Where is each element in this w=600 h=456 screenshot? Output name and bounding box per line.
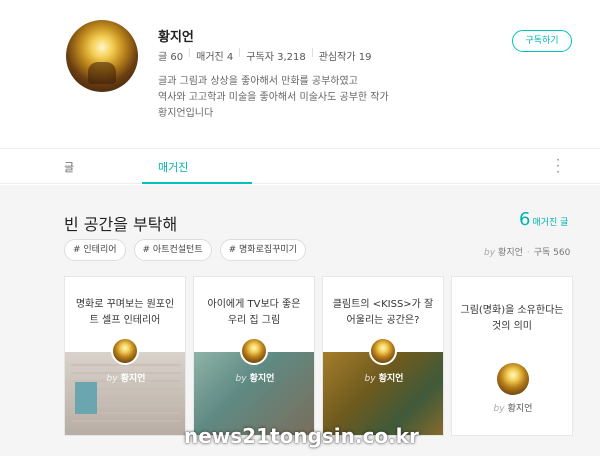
card-title: 아이에게 TV보다 좋은 우리 집 그림: [207, 299, 301, 326]
card-author: by 황지언: [493, 404, 533, 414]
profile-tabs: 글 매거진 · · ·: [0, 148, 600, 184]
article-card[interactable]: 그림(명화)을 소유한다는 것의 의미 by 황지언: [451, 276, 573, 436]
profile-header: 황지언 글 60 매거진 4 구독자 3,218 관심작가 19 글과 그림과 …: [0, 0, 600, 148]
stat-subscribers[interactable]: 구독자 3,218: [246, 48, 305, 63]
magazine-section: 빈 공간을 부탁해 6 매거진 글 # 인테리어 # 아트컨설턴트 # 명화로집꾸…: [0, 185, 600, 456]
stat-magazines[interactable]: 매거진 4: [196, 48, 233, 63]
tag-art-consultant[interactable]: # 아트컨설턴트: [133, 239, 212, 261]
card-author: by 황지언: [106, 374, 146, 384]
stat-divider: [311, 48, 313, 57]
card-title: 명화로 꾸며보는 원포인트 셀프 인테리어: [75, 299, 175, 326]
tag-painting-decor[interactable]: # 명화로집꾸미기: [219, 239, 306, 261]
profile-bio: 글과 그림과 상상을 좋아해서 만화를 공부하였고 역사와 고고학과 미술을 좋…: [158, 76, 389, 119]
more-vertical-icon[interactable]: · · ·: [552, 154, 564, 178]
article-card-list: 명화로 꾸며보는 원포인트 셀프 인테리어 by 황지언 아이에게 TV보다 좋은…: [64, 276, 573, 436]
tag-list: # 인테리어 # 아트컨설턴트 # 명화로집꾸미기: [64, 239, 306, 261]
magazine-count: 6 매거진 글: [519, 209, 569, 230]
subscribe-button[interactable]: 구독하기: [512, 30, 572, 52]
card-title: 그림(명화)을 소유한다는 것의 의미: [460, 305, 564, 332]
stat-following[interactable]: 관심작가 19: [319, 48, 372, 63]
stat-posts[interactable]: 글 60: [158, 48, 183, 63]
tab-magazine[interactable]: 매거진: [158, 159, 188, 175]
card-author-avatar: [111, 337, 139, 365]
tab-posts[interactable]: 글: [64, 159, 74, 175]
magazine-title[interactable]: 빈 공간을 부탁해: [64, 211, 177, 235]
card-title: 클림트의 <KISS>가 잘 어울리는 공간은?: [332, 299, 434, 326]
stat-divider: [239, 48, 241, 57]
profile-name[interactable]: 황지언: [158, 26, 194, 45]
article-card[interactable]: 명화로 꾸며보는 원포인트 셀프 인테리어 by 황지언: [64, 276, 186, 436]
article-card[interactable]: 아이에게 TV보다 좋은 우리 집 그림 by 황지언: [193, 276, 315, 436]
card-author-avatar: [240, 337, 268, 365]
profile-stats: 글 60 매거진 4 구독자 3,218 관심작가 19: [158, 48, 371, 63]
card-author: by 황지언: [364, 374, 404, 384]
watermark: news21tongsin.co.kr: [184, 424, 419, 448]
byline-subscribers: 구독 560: [533, 248, 571, 258]
profile-avatar[interactable]: [66, 20, 138, 92]
card-author-avatar: [497, 363, 529, 395]
magazine-byline: by 황지언 · 구독 560: [484, 248, 571, 258]
card-author: by 황지언: [235, 374, 275, 384]
byline-author[interactable]: 황지언: [498, 248, 523, 258]
article-card[interactable]: 클림트의 <KISS>가 잘 어울리는 공간은? by 황지언: [322, 276, 444, 436]
tag-interior[interactable]: # 인테리어: [64, 239, 126, 261]
card-author-avatar: [369, 337, 397, 365]
active-tab-indicator: [142, 182, 252, 184]
stat-divider: [189, 48, 191, 57]
